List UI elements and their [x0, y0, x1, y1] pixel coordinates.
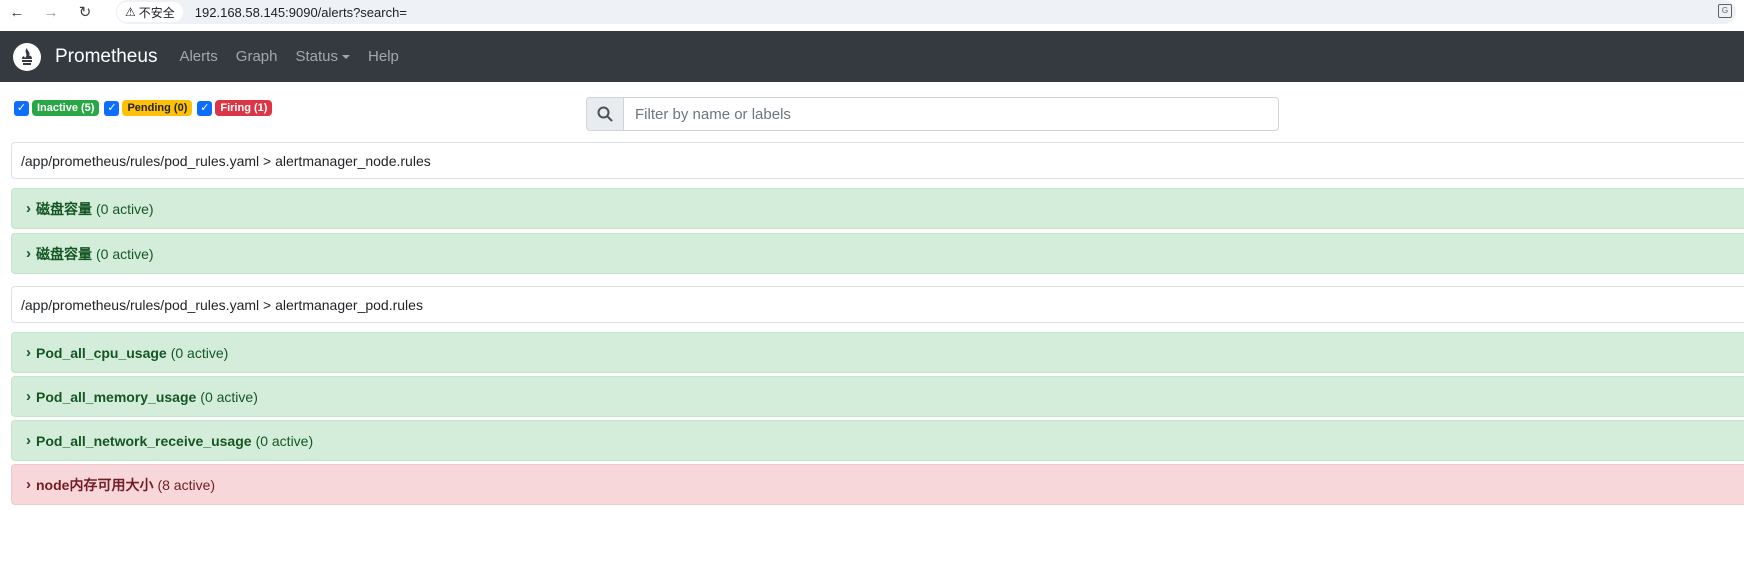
- address-bar[interactable]: ⚠ 不安全 192.168.58.145:9090/alerts?search=…: [116, 0, 1736, 24]
- translate-icon[interactable]: G: [1718, 4, 1732, 18]
- pending-badge[interactable]: Pending (0): [122, 100, 193, 116]
- nav-help[interactable]: Help: [368, 48, 399, 65]
- search-group: [586, 97, 1279, 131]
- warning-icon: ⚠: [125, 5, 136, 19]
- chevron-right-icon: ›: [26, 388, 31, 405]
- state-filters: ✓ Inactive (5) ✓ Pending (0) ✓ Firing (1…: [14, 100, 277, 116]
- rule-name: node内存可用大小: [36, 476, 154, 493]
- rule-row[interactable]: › Pod_all_network_receive_usage (0 activ…: [11, 420, 1744, 461]
- filter-pending[interactable]: ✓ Pending (0): [104, 100, 193, 116]
- rule-active-count: (8 active): [157, 476, 216, 493]
- rule-active-count: (0 active): [200, 388, 258, 405]
- rule-row[interactable]: › Pod_all_cpu_usage (0 active): [11, 332, 1744, 373]
- filter-firing[interactable]: ✓ Firing (1): [197, 100, 273, 116]
- chevron-right-icon: ›: [26, 344, 31, 361]
- arrow-left-icon[interactable]: ←: [0, 0, 34, 24]
- rule-active-count: (0 active): [96, 245, 154, 262]
- inactive-badge[interactable]: Inactive (5): [32, 100, 100, 116]
- checkbox-checked-icon[interactable]: ✓: [197, 100, 213, 116]
- rule-row[interactable]: › 磁盘容量 (0 active): [11, 233, 1744, 274]
- rule-row[interactable]: › Pod_all_memory_usage (0 active): [11, 376, 1744, 417]
- brand-name[interactable]: Prometheus: [55, 46, 157, 68]
- reload-icon[interactable]: ↻: [68, 0, 102, 24]
- search-icon: [586, 97, 624, 131]
- rule-name: 磁盘容量: [36, 245, 92, 262]
- rule-row-firing[interactable]: › node内存可用大小 (8 active): [11, 464, 1744, 505]
- checkbox-checked-icon[interactable]: ✓: [14, 100, 29, 116]
- rule-active-count: (0 active): [96, 200, 154, 217]
- caret-down-icon: [342, 55, 351, 60]
- arrow-right-icon[interactable]: →: [34, 0, 68, 24]
- rule-group-header: /app/prometheus/rules/pod_rules.yaml > a…: [11, 142, 1744, 179]
- chevron-right-icon: ›: [26, 432, 31, 449]
- prometheus-logo-icon[interactable]: [13, 42, 41, 71]
- checkbox-checked-icon[interactable]: ✓: [104, 100, 120, 116]
- top-navbar: Prometheus Alerts Graph Status Help: [0, 31, 1744, 82]
- url-text[interactable]: 192.168.58.145:9090/alerts?search=: [195, 5, 407, 20]
- security-indicator[interactable]: ⚠ 不安全: [117, 2, 183, 22]
- rule-active-count: (0 active): [170, 344, 229, 361]
- security-label: 不安全: [138, 5, 175, 20]
- chevron-right-icon: ›: [26, 476, 31, 493]
- firing-badge[interactable]: Firing (1): [215, 100, 273, 116]
- nav-graph[interactable]: Graph: [236, 48, 278, 65]
- browser-toolbar: ← → ↻ ⚠ 不安全 192.168.58.145:9090/alerts?s…: [0, 0, 1744, 24]
- chevron-right-icon: ›: [26, 245, 31, 262]
- rule-name: Pod_all_memory_usage: [36, 388, 197, 405]
- rule-name: 磁盘容量: [36, 200, 92, 217]
- nav-status[interactable]: Status: [296, 48, 351, 65]
- chevron-right-icon: ›: [26, 200, 31, 217]
- rule-active-count: (0 active): [255, 432, 314, 449]
- rule-name: Pod_all_network_receive_usage: [36, 432, 252, 449]
- rule-group-header: /app/prometheus/rules/pod_rules.yaml > a…: [11, 286, 1744, 323]
- rule-row[interactable]: › 磁盘容量 (0 active): [11, 188, 1744, 229]
- nav-alerts[interactable]: Alerts: [179, 48, 217, 65]
- filter-inactive[interactable]: ✓ Inactive (5): [14, 100, 100, 116]
- rule-name: Pod_all_cpu_usage: [36, 344, 167, 361]
- nav-status-label: Status: [295, 48, 339, 65]
- search-input[interactable]: [624, 97, 1279, 131]
